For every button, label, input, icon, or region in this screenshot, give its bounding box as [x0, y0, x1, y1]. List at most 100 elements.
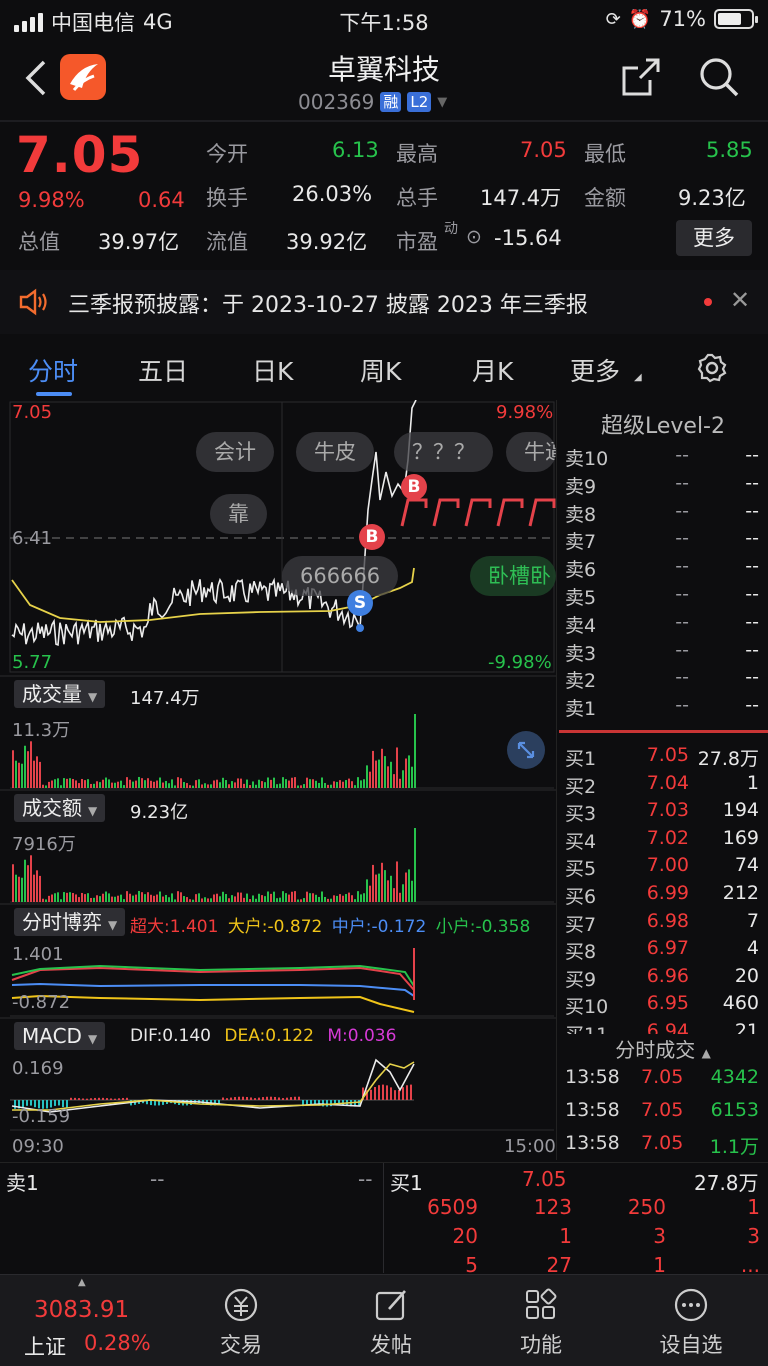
ask-row[interactable]: 卖3 -- --: [557, 639, 768, 667]
volume-bar: [189, 785, 191, 788]
bid-row[interactable]: 买8 6.97 4: [557, 937, 768, 965]
axis-low-price: 5.77: [12, 652, 53, 673]
volume-bar: [357, 777, 359, 788]
post-button[interactable]: 发帖: [316, 1275, 466, 1366]
amount-bar: [351, 895, 353, 902]
pe-info-icon[interactable]: ⊙: [466, 226, 482, 248]
volume-bar: [309, 779, 311, 788]
change-amount: 0.64: [138, 188, 185, 212]
pe-superscript: 动: [444, 221, 458, 237]
level-volume: 21: [734, 1020, 759, 1034]
amount-bar: [186, 897, 188, 902]
bid-row[interactable]: 买10 6.95 460: [557, 992, 768, 1020]
volume-bar: [45, 785, 47, 788]
trade-button[interactable]: 交易: [166, 1275, 316, 1366]
level-label: 卖7: [565, 531, 597, 554]
queue-cell: 6509: [427, 1195, 478, 1219]
amount-bar: [285, 893, 287, 902]
level-volume: 169: [722, 826, 759, 849]
stock-code-row[interactable]: 002369 融 L2 ▼: [298, 90, 447, 114]
macd-histogram-bar: [382, 1084, 384, 1100]
ask-row[interactable]: 卖8 -- --: [557, 500, 768, 528]
sell-marker[interactable]: S: [347, 590, 373, 616]
capital-flow-indicator-button[interactable]: 分时博弈 ▼: [14, 908, 126, 936]
volume-bar: [165, 780, 167, 788]
bid-row[interactable]: 买3 7.03 194: [557, 799, 768, 827]
amount-bar: [240, 892, 242, 902]
amount-indicator-button[interactable]: 成交额 ▼: [14, 794, 106, 822]
ask-row[interactable]: 卖5 -- --: [557, 583, 768, 611]
ticks-title[interactable]: 分时成交 ▲: [557, 1034, 768, 1063]
add-watchlist-button[interactable]: 设自选: [616, 1275, 766, 1366]
queue-cell: 1: [747, 1195, 760, 1219]
amount-bar: [174, 899, 176, 902]
macd-histogram-bar: [394, 1090, 396, 1100]
amount-bar: [396, 861, 398, 902]
volume-bar: [12, 750, 14, 788]
settings-gear-icon[interactable]: [696, 352, 728, 384]
bid-row[interactable]: 买2 7.04 1: [557, 772, 768, 800]
amount-bar: [258, 893, 260, 902]
volume-bar: [234, 782, 236, 788]
queue-cell: 1: [559, 1224, 572, 1248]
more-button[interactable]: 更多: [676, 220, 752, 256]
ask-row[interactable]: 卖7 -- --: [557, 527, 768, 555]
comment-bubble: 靠: [210, 494, 267, 534]
amount-bar: [66, 892, 68, 902]
volume-bar: [168, 783, 170, 788]
bid-row[interactable]: 买6 6.99 212: [557, 882, 768, 910]
indicator-name: 成交量: [22, 682, 82, 706]
ask-row[interactable]: 卖9 -- --: [557, 472, 768, 500]
intraday-chart[interactable]: 7.05 9.98% 6.41 5.77 -9.98% 会计 牛皮 ？？？ 牛逼…: [0, 400, 556, 1160]
comment-bubble: 牛逼: [506, 432, 556, 472]
bid-row[interactable]: 买5 7.00 74: [557, 854, 768, 882]
macd-indicator-button[interactable]: MACD ▼: [14, 1022, 106, 1050]
tab-weekly-k[interactable]: 周K: [360, 352, 401, 388]
amount-bar: [393, 888, 395, 902]
functions-button[interactable]: 功能: [466, 1275, 616, 1366]
macd-histogram-bar: [274, 1096, 276, 1100]
tab-five-day[interactable]: 五日: [138, 352, 188, 388]
amount-bar: [117, 895, 119, 902]
volume-bar: [216, 779, 218, 788]
level-price: 7.00: [646, 854, 689, 877]
volume-bar: [219, 782, 221, 788]
bid-row[interactable]: 买9 6.96 20: [557, 965, 768, 993]
level-price: 7.04: [646, 771, 689, 794]
ask-row[interactable]: 卖10 -- --: [557, 444, 768, 472]
macd-histogram-bar: [102, 1097, 104, 1100]
tab-daily-k[interactable]: 日K: [252, 352, 293, 388]
close-icon[interactable]: ✕: [730, 286, 750, 314]
bid-row[interactable]: 买4 7.02 169: [557, 827, 768, 855]
share-icon[interactable]: [620, 56, 662, 98]
amount-bar: [45, 899, 47, 902]
tab-intraday[interactable]: 分时: [28, 352, 78, 388]
bid-row[interactable]: 买11 6.94 21: [557, 1020, 768, 1034]
bid-row[interactable]: 买1 7.05 27.8万: [557, 744, 768, 772]
volume-bar: [354, 785, 356, 788]
level-price: --: [675, 583, 689, 605]
ask-row[interactable]: 卖4 -- --: [557, 611, 768, 639]
ask-row[interactable]: 卖1 -- --: [557, 694, 768, 722]
notice-bar[interactable]: 三季报预披露：于 2023-10-27 披露 2023 年三季报 ✕: [0, 270, 768, 334]
amount-bar: [345, 894, 347, 902]
expand-icon[interactable]: [506, 730, 546, 770]
buy-marker[interactable]: B: [401, 474, 427, 500]
ask-row[interactable]: 卖2 -- --: [557, 666, 768, 694]
amount-bar: [279, 897, 281, 902]
amount-bar: [24, 859, 26, 902]
tick-time: 13:58: [565, 1066, 620, 1088]
index-widget[interactable]: ▲ 3083.91 上证 0.28%: [0, 1275, 168, 1366]
volume-indicator-button[interactable]: 成交量 ▼: [14, 680, 106, 708]
volume-bar: [342, 781, 344, 788]
tab-more[interactable]: 更多: [570, 352, 620, 388]
bid-row[interactable]: 买7 6.98 7: [557, 910, 768, 938]
queue-cell: 3: [747, 1224, 760, 1248]
order-book[interactable]: 超级Level-2 卖10 -- -- 卖9 -- -- 卖8 -- -- 卖7 -- -- 卖6 -- -…: [556, 400, 768, 1160]
search-icon[interactable]: [698, 56, 740, 98]
buy-marker[interactable]: B: [359, 524, 385, 550]
ask-row[interactable]: 卖6 -- --: [557, 555, 768, 583]
tab-monthly-k[interactable]: 月K: [472, 352, 513, 388]
volume-bar: [138, 776, 140, 788]
volume-bar: [120, 780, 122, 788]
